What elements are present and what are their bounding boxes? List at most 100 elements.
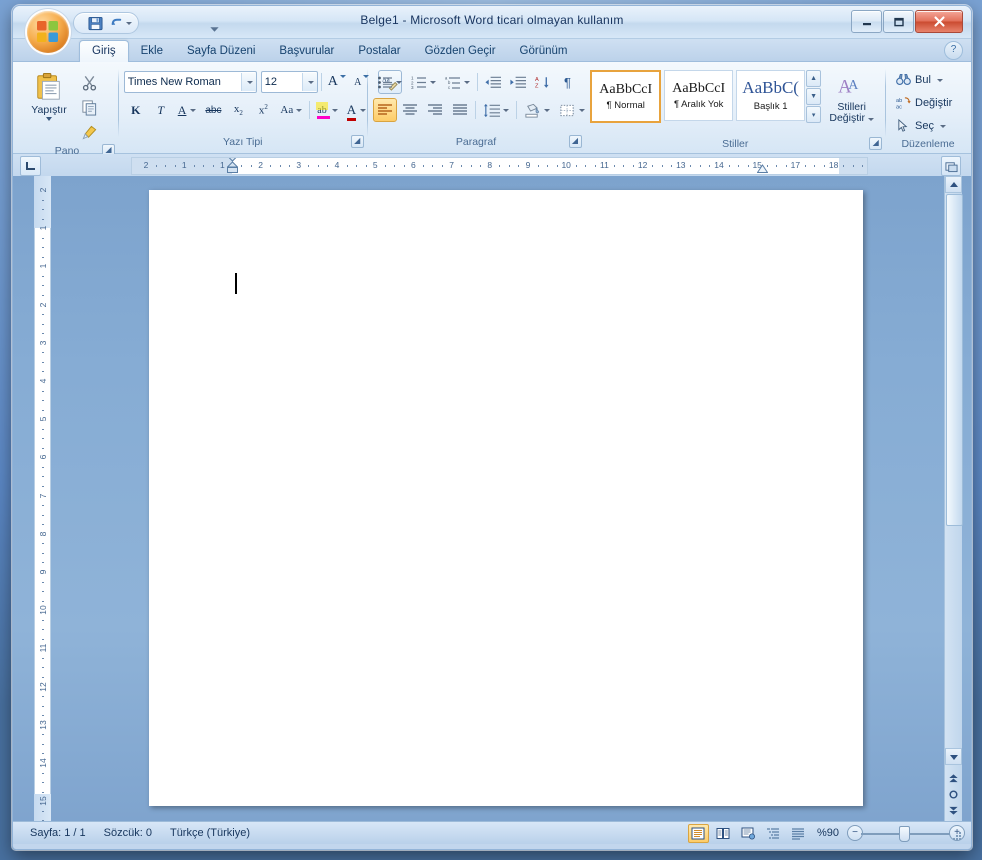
subscript-button[interactable]: x2 [226, 98, 250, 122]
align-left-button[interactable] [372, 98, 397, 122]
select-browse-object-button[interactable] [946, 786, 961, 802]
font-color-dropdown-arrow[interactable] [360, 108, 367, 112]
view-outline-button[interactable] [763, 824, 784, 843]
paste-dropdown-arrow[interactable] [46, 117, 52, 121]
cut-button[interactable] [77, 70, 101, 94]
view-draft-button[interactable] [788, 824, 809, 843]
find-dropdown-arrow[interactable] [936, 78, 943, 82]
grow-font-button[interactable]: A [325, 70, 349, 94]
italic-button[interactable]: T [149, 98, 173, 122]
double-chevron-down-icon [949, 806, 958, 815]
tab-ekle[interactable]: Ekle [129, 41, 175, 62]
tab-giris[interactable]: Giriş [79, 40, 129, 62]
tab-sayfa-duzeni[interactable]: Sayfa Düzeni [175, 41, 267, 62]
word-count-indicator[interactable]: Sözcük: 0 [95, 824, 161, 842]
styles-more-button[interactable]: ▾ [806, 106, 822, 123]
style-normal[interactable]: AaBbCcI ¶ Normal [590, 70, 662, 123]
vertical-ruler[interactable]: 2 1 1 2 3 4 5 6 7 8 9 10 11 12 13 14 15 [34, 176, 51, 821]
zoom-level-label[interactable]: %90 [813, 827, 843, 839]
vertical-scrollbar[interactable] [944, 176, 963, 821]
tab-gorunum[interactable]: Görünüm [508, 41, 580, 62]
close-button[interactable] [915, 10, 963, 33]
office-button[interactable] [27, 11, 69, 53]
bullets-dropdown-arrow[interactable] [395, 80, 402, 84]
document-page[interactable] [149, 190, 863, 806]
align-center-button[interactable] [398, 98, 422, 122]
tab-gozden-gecir[interactable]: Gözden Geçir [413, 41, 508, 62]
zoom-slider-thumb[interactable] [899, 826, 910, 842]
select-button[interactable]: Seç [891, 115, 951, 137]
tab-stop-selector[interactable] [20, 156, 41, 176]
borders-button[interactable] [555, 98, 589, 122]
numbering-button[interactable]: 1 2 3 [407, 70, 440, 94]
decrease-indent-button[interactable] [481, 70, 505, 94]
scroll-down-button[interactable] [945, 748, 962, 765]
font-size-combo[interactable]: 12 [260, 71, 318, 93]
bold-button[interactable]: K [124, 98, 148, 122]
change-styles-button[interactable]: A A Stilleri Değiştir [823, 70, 880, 137]
show-marks-button[interactable]: ¶ [556, 70, 580, 94]
scroll-up-button[interactable] [945, 176, 962, 193]
scrollbar-thumb[interactable] [946, 194, 963, 526]
svg-text:3: 3 [411, 85, 414, 90]
shading-dropdown-arrow[interactable] [543, 108, 550, 112]
minimize-button[interactable] [851, 10, 882, 33]
vertical-ruler-tick [41, 715, 44, 717]
numbering-dropdown-arrow[interactable] [429, 80, 436, 84]
horizontal-ruler[interactable]: 2 1 1 2 3 4 5 6 7 8 9 10 11 12 13 14 15 17 18 [131, 157, 868, 175]
sort-button[interactable]: A Z [531, 70, 555, 94]
shading-button[interactable] [520, 98, 554, 122]
select-dropdown-arrow[interactable] [939, 124, 946, 128]
tab-postalar[interactable]: Postalar [346, 41, 412, 62]
font-size-dropdown-arrow[interactable] [301, 73, 317, 91]
replace-button[interactable]: ab ac Değiştir [891, 92, 957, 114]
styles-scroll-up-button[interactable]: ▲ [806, 70, 822, 87]
help-button[interactable]: ? [944, 41, 963, 60]
tab-basvurular[interactable]: Başvurular [267, 41, 346, 62]
font-color-button[interactable]: A [343, 98, 370, 122]
highlight-button[interactable]: ab [313, 98, 341, 122]
bullets-button[interactable] [373, 70, 406, 94]
line-spacing-button[interactable] [479, 98, 513, 122]
justify-button[interactable] [448, 98, 472, 122]
copy-button[interactable] [77, 95, 101, 119]
change-styles-dropdown-arrow[interactable] [867, 118, 874, 121]
previous-page-button[interactable] [946, 770, 961, 786]
resize-gripper[interactable] [951, 830, 963, 842]
first-line-indent-marker[interactable] [226, 158, 239, 174]
right-indent-marker[interactable] [756, 164, 769, 173]
change-case-dropdown-arrow[interactable] [296, 108, 303, 112]
format-painter-button[interactable] [77, 120, 101, 144]
language-indicator[interactable]: Türkçe (Türkiye) [161, 824, 259, 842]
view-full-screen-reading-button[interactable] [713, 824, 734, 843]
style-no-spacing[interactable]: AaBbCcI ¶ Aralık Yok [664, 70, 734, 121]
styles-dialog-launcher[interactable]: ◢ [869, 137, 883, 150]
change-case-button[interactable]: Aa [276, 98, 306, 122]
font-name-dropdown-arrow[interactable] [240, 73, 256, 91]
zoom-slider[interactable]: − + [847, 824, 965, 842]
font-dialog-launcher[interactable]: ◢ [350, 135, 364, 148]
find-button[interactable]: Bul [891, 69, 948, 91]
next-page-button[interactable] [946, 802, 961, 818]
strikethrough-button[interactable]: abc [201, 98, 225, 122]
view-web-layout-button[interactable] [738, 824, 759, 843]
multilevel-dropdown-arrow[interactable] [463, 80, 470, 84]
paste-button[interactable]: Yapıştır [21, 68, 77, 135]
align-right-button[interactable] [423, 98, 447, 122]
ruler-toggle-button[interactable] [941, 156, 961, 176]
borders-dropdown-arrow[interactable] [578, 108, 585, 112]
line-spacing-dropdown-arrow[interactable] [502, 108, 509, 112]
paragraph-dialog-launcher[interactable]: ◢ [568, 135, 582, 148]
page-indicator[interactable]: Sayfa: 1 / 1 [21, 824, 95, 842]
increase-indent-button[interactable] [506, 70, 530, 94]
highlight-dropdown-arrow[interactable] [331, 108, 338, 112]
maximize-button[interactable] [883, 10, 914, 33]
style-heading-1[interactable]: AaBbC( Başlık 1 [736, 70, 806, 121]
underline-dropdown-arrow[interactable] [190, 108, 197, 112]
font-name-combo[interactable]: Times New Roman [123, 71, 257, 93]
superscript-button[interactable]: x2 [251, 98, 275, 122]
multilevel-list-button[interactable]: a b c [441, 70, 474, 94]
styles-scroll-down-button[interactable]: ▼ [806, 88, 822, 105]
view-print-layout-button[interactable] [687, 823, 709, 843]
underline-button[interactable]: A [174, 98, 201, 122]
